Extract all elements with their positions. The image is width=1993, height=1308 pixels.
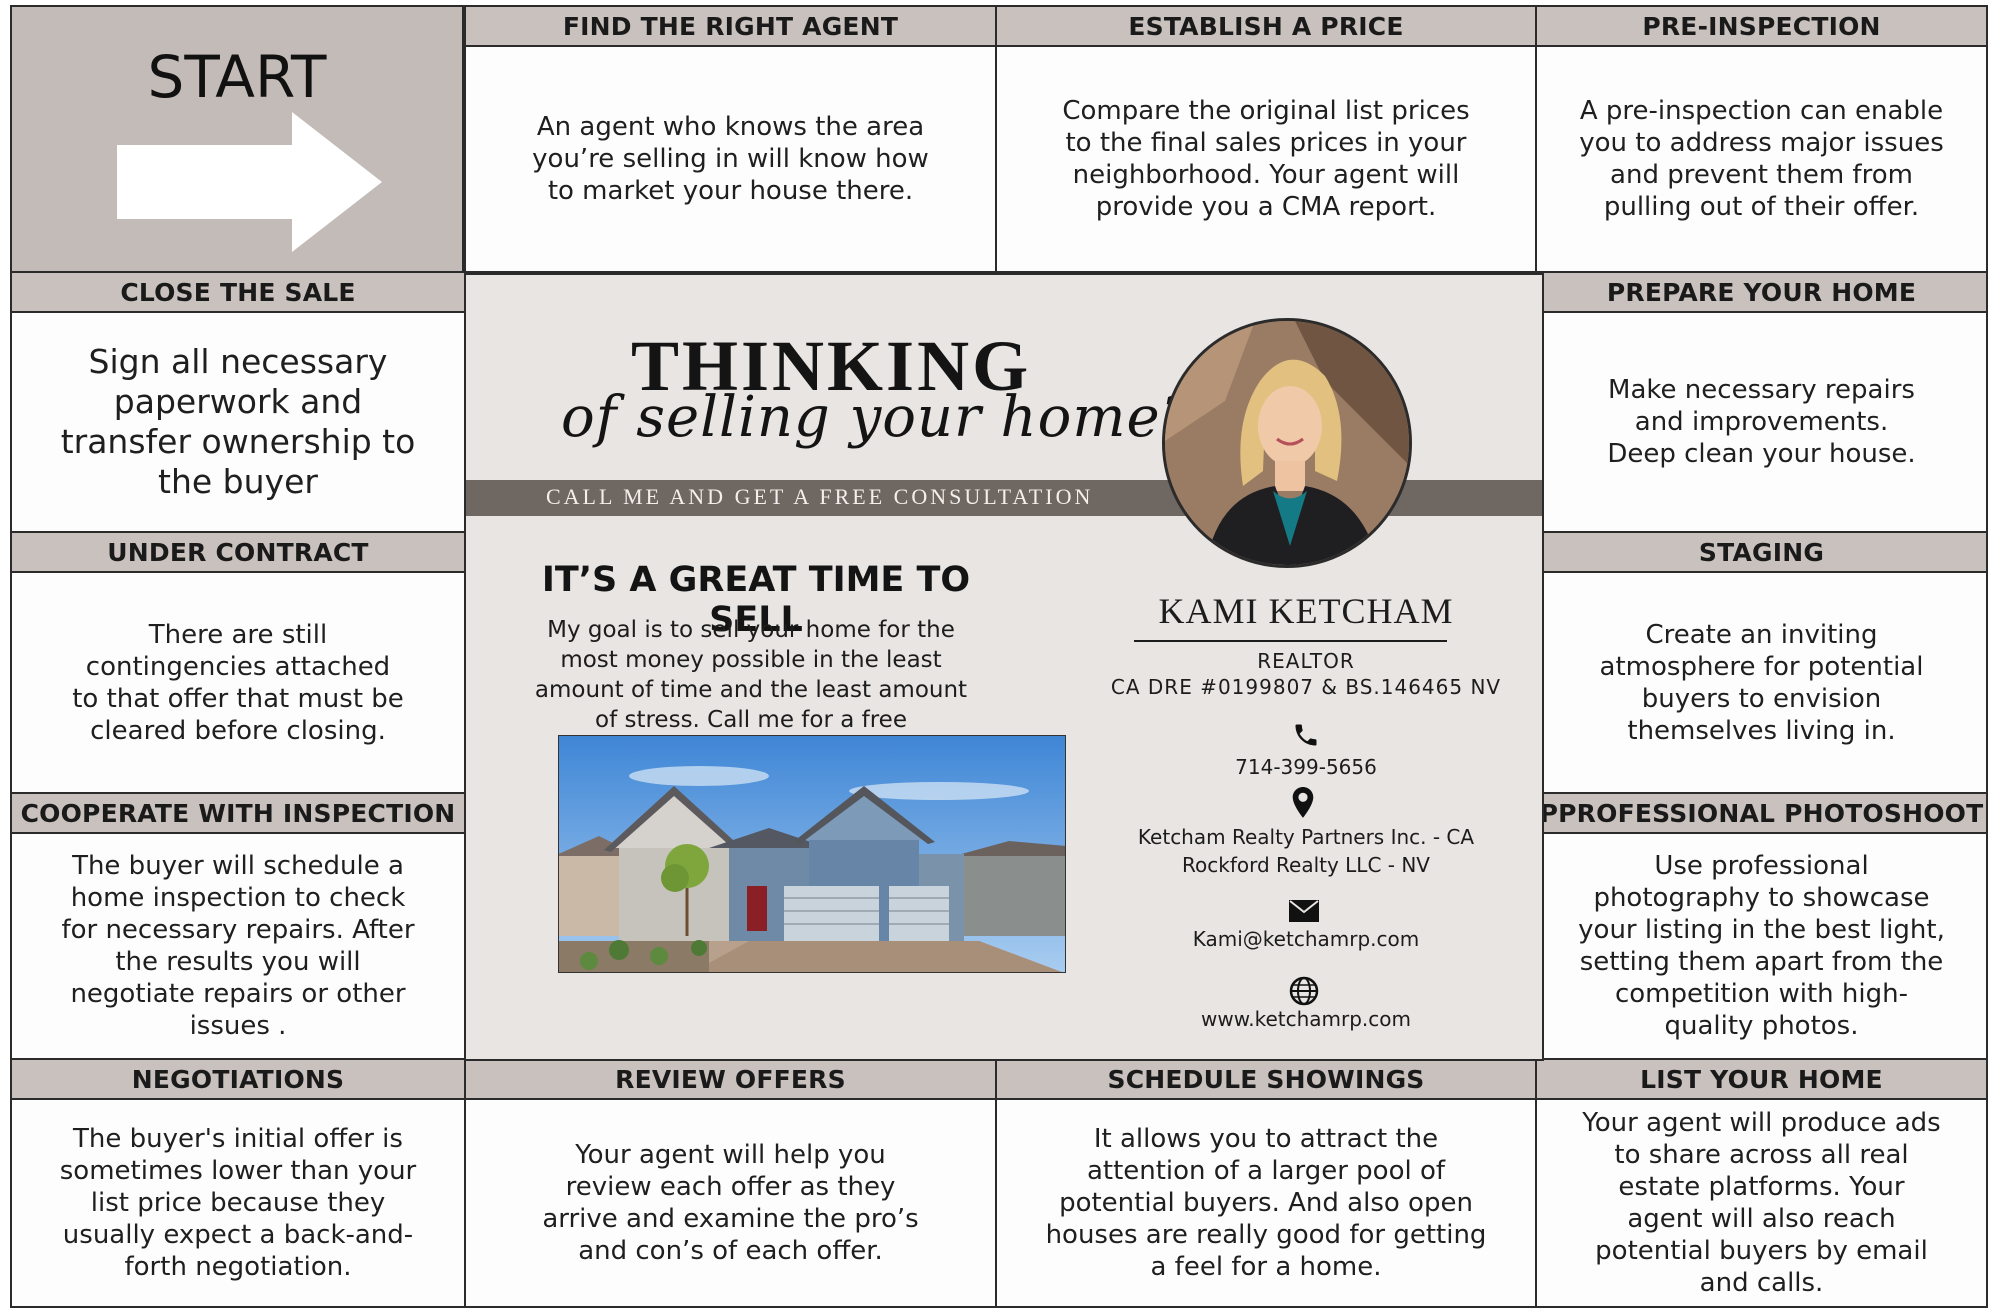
step-title: PRE-INSPECTION	[1537, 7, 1986, 47]
agent-portrait	[1162, 318, 1412, 568]
arrow-right-icon	[117, 112, 382, 252]
agent-email[interactable]: Kami@ketchamrp.com	[1096, 927, 1516, 951]
step-pre-inspection: PRE-INSPECTION A pre-inspection can enab…	[1535, 5, 1988, 273]
phone-icon	[1290, 719, 1322, 751]
step-title: COOPERATE WITH INSPECTION	[12, 794, 464, 834]
step-close-sale: CLOSE THE SALE Sign all necessary paperw…	[10, 271, 466, 533]
house-illustration	[559, 736, 1065, 972]
step-find-agent: FIND THE RIGHT AGENT An agent who knows …	[464, 5, 997, 273]
step-description: There are still contingencies attached t…	[72, 619, 404, 746]
step-title: PPROFESSIONAL PHOTOSHOOT	[1537, 794, 1986, 834]
agent-panel: THINKING of selling your home? CALL ME A…	[464, 273, 1544, 1061]
step-title: ESTABLISH A PRICE	[997, 7, 1535, 47]
step-title: LIST YOUR HOME	[1537, 1060, 1986, 1100]
step-prepare-home: PREPARE YOUR HOME Make necessary repairs…	[1535, 271, 1988, 533]
band-text: CALL ME AND GET A FREE CONSULTATION	[546, 484, 1094, 509]
agent-license: CA DRE #0199807 & BS.146465 NV	[1110, 675, 1502, 699]
process-board: START FIND THE RIGHT AGENT An agent who …	[10, 5, 1988, 1308]
step-description: Sign all necessary paperwork and transfe…	[60, 342, 416, 501]
location-pin-icon	[1287, 787, 1319, 819]
step-title: UNDER CONTRACT	[12, 533, 464, 573]
step-staging: STAGING Create an inviting atmosphere fo…	[1535, 531, 1988, 794]
step-description: Make necessary repairs and improvements.…	[1607, 375, 1916, 469]
agent-phone[interactable]: 714-399-5656	[1096, 755, 1516, 779]
step-description: Create an inviting atmosphere for potent…	[1599, 619, 1924, 746]
step-title: PREPARE YOUR HOME	[1537, 273, 1986, 313]
step-description: A pre-inspection can enable you to addre…	[1579, 96, 1944, 222]
step-schedule-showings: SCHEDULE SHOWINGS It allows you to attra…	[995, 1058, 1537, 1308]
agent-website[interactable]: www.ketchamrp.com	[1096, 1007, 1516, 1031]
step-cooperate-inspection: COOPERATE WITH INSPECTION The buyer will…	[10, 792, 466, 1060]
step-photoshoot: PPROFESSIONAL PHOTOSHOOT Use professiona…	[1535, 792, 1988, 1060]
step-description: The buyer will schedule a home inspectio…	[61, 851, 415, 1041]
step-description: Use professional photography to showcase…	[1578, 851, 1945, 1041]
name-divider	[1134, 640, 1447, 642]
step-negotiations: NEGOTIATIONS The buyer's initial offer i…	[10, 1058, 466, 1308]
start-tile: START	[10, 5, 464, 273]
start-label: START	[147, 43, 327, 111]
globe-icon	[1288, 975, 1320, 1007]
script-subline: of selling your home?	[561, 385, 1192, 450]
step-title: NEGOTIATIONS	[12, 1060, 464, 1100]
step-title: STAGING	[1537, 533, 1986, 573]
step-under-contract: UNDER CONTRACT There are still contingen…	[10, 531, 466, 794]
step-review-offers: REVIEW OFFERS Your agent will help you r…	[464, 1058, 997, 1308]
step-description: Compare the original list prices to the …	[1062, 96, 1470, 222]
step-title: SCHEDULE SHOWINGS	[997, 1060, 1535, 1100]
step-description: Your agent will produce ads to share acr…	[1582, 1108, 1941, 1298]
step-description: It allows you to attract the attention o…	[1045, 1124, 1487, 1282]
step-establish-price: ESTABLISH A PRICE Compare the original l…	[995, 5, 1537, 273]
step-title: FIND THE RIGHT AGENT	[466, 7, 995, 47]
step-description: An agent who knows the area you’re selli…	[532, 112, 929, 206]
agent-name: KAMI KETCHAM	[1158, 591, 1454, 631]
step-list-home: LIST YOUR HOME Your agent will produce a…	[1535, 1058, 1988, 1308]
step-title: REVIEW OFFERS	[466, 1060, 995, 1100]
company-ca: Ketcham Realty Partners Inc. - CA	[1137, 825, 1475, 849]
agent-portrait-illustration	[1165, 321, 1409, 565]
envelope-icon	[1288, 895, 1320, 927]
company-nv: Rockford Realty LLC - NV	[1182, 853, 1430, 877]
step-description: The buyer's initial offer is sometimes l…	[59, 1124, 417, 1282]
agent-role: REALTOR	[1257, 649, 1355, 673]
house-photo	[558, 735, 1066, 973]
step-title: CLOSE THE SALE	[12, 273, 464, 313]
step-description: Your agent will help you review each off…	[542, 1140, 919, 1266]
